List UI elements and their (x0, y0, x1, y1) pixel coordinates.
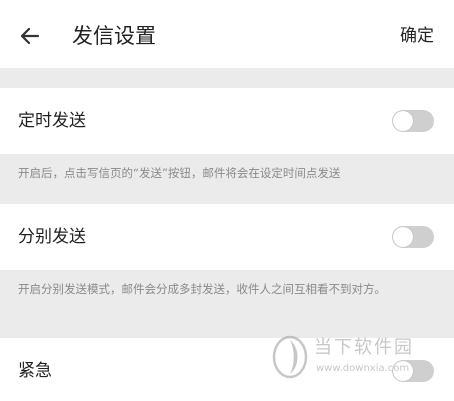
setting-description-panel: 开启分别发送模式，邮件会分成多封发送，收件人之间互相看不到对方。 (0, 270, 454, 338)
setting-row-separate-send: 分别发送 (0, 204, 454, 270)
toggle-knob (393, 361, 413, 381)
page-title: 发信设置 (72, 24, 156, 48)
confirm-button[interactable]: 确定 (400, 25, 434, 47)
scheduled-send-description: 开启后，点击写信页的“发送”按钮，邮件将会在设定时间点发送 (18, 166, 341, 180)
setting-label-scheduled-send: 定时发送 (18, 111, 86, 131)
separate-send-description: 开启分别发送模式，邮件会分成多封发送，收件人之间互相看不到对方。 (18, 282, 386, 296)
separate-send-toggle[interactable] (392, 226, 434, 248)
setting-row-scheduled-send: 定时发送 (0, 88, 454, 154)
setting-label-separate-send: 分别发送 (18, 227, 86, 247)
scheduled-send-toggle[interactable] (392, 110, 434, 132)
toggle-knob (393, 111, 413, 131)
app-header: 发信设置 确定 (0, 0, 454, 68)
section-divider (0, 68, 454, 88)
setting-label-urgent: 紧急 (18, 361, 52, 381)
setting-description-panel: 开启后，点击写信页的“发送”按钮，邮件将会在设定时间点发送 (0, 154, 454, 204)
setting-row-urgent: 紧急 (0, 338, 454, 401)
toggle-knob (393, 227, 413, 247)
urgent-toggle[interactable] (392, 360, 434, 382)
back-arrow-icon[interactable] (18, 24, 42, 48)
